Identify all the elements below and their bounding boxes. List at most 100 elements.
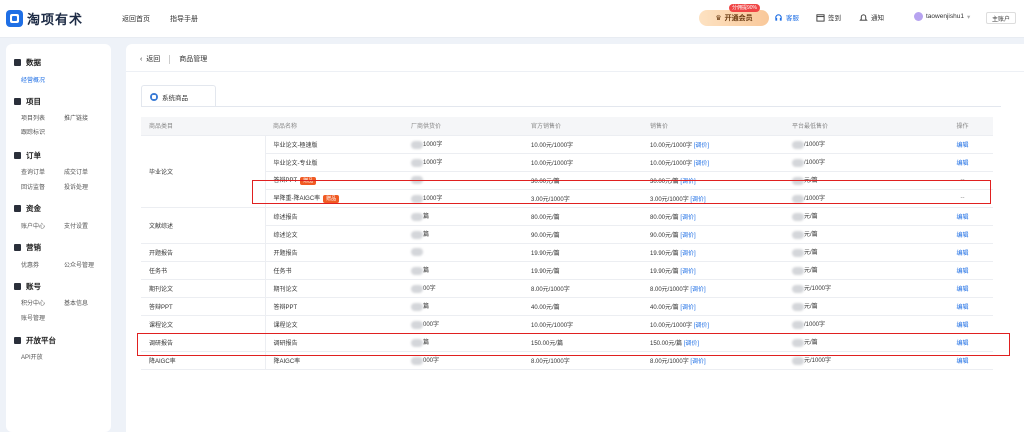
edit-link[interactable]: 编辑 [956,161,968,167]
edit-link[interactable]: 编辑 [956,251,968,257]
edit-link[interactable]: 编辑 [956,359,968,365]
sign-in-button[interactable]: 签到 [816,12,841,22]
adjust-price-link[interactable]: [调价] [694,323,709,329]
cell-supply-price: 000字 [403,315,523,334]
sidebar-item-complaint[interactable]: 投诉处理 [64,182,88,191]
customer-service-button[interactable]: 客服 [774,12,799,22]
sidebar-group-title: 项目 [26,97,41,106]
redacted-mark [411,158,423,167]
sidebar-item-tracking[interactable]: 跟踪标识 [21,127,45,136]
sale-price: 90.00元/篇 [650,232,679,239]
supply-price: 000字 [423,358,440,365]
edit-link[interactable]: 编辑 [956,215,968,221]
switch-account-button[interactable]: 主账户 [986,12,1016,24]
headset-icon [775,13,782,21]
edit-link[interactable]: 编辑 [956,269,968,275]
sidebar-item-deal-order[interactable]: 成交订单 [64,167,88,176]
cell-sale-price: 8.00元/1000字 [调价] [642,351,784,370]
sale-price: 8.00元/1000字 [650,358,689,365]
back-button[interactable]: ‹ 返回 [140,54,160,64]
sale-price: 19.90元/篇 [650,268,679,275]
vip-button[interactable]: ♛ 开通会员 [699,10,769,26]
edit-link[interactable]: 编辑 [956,143,968,149]
edit-link[interactable]: 编辑 [956,287,968,293]
redacted-mark [792,302,804,311]
cell-official-price: 30.00元/篇 [523,171,642,190]
user-menu[interactable]: taowenjishu1 ▾ [914,12,970,21]
divider [169,54,171,64]
sidebar-item-basic-info[interactable]: 基本信息 [64,298,88,307]
sidebar-item-query-order[interactable]: 查询订单 [21,167,45,176]
sidebar-item-overview[interactable]: 经营概况 [21,75,45,84]
adjust-price-link[interactable]: [调价] [680,251,695,257]
adjust-price-link[interactable]: [调价] [690,287,705,293]
product-name: 综述论文 [273,232,298,239]
product-name: 降AIGC率 [273,358,301,365]
sidebar-item-promo-link[interactable]: 推广链接 [64,113,88,122]
project-icon [14,98,21,105]
cell-official-price: 150.00元/篇 [523,333,642,352]
cell-min-price: /1000字 [784,189,932,208]
adjust-price-link[interactable]: [调价] [694,143,709,149]
nav-guide[interactable]: 指导手册 [170,14,198,24]
sidebar-item-points[interactable]: 积分中心 [21,298,45,307]
sidebar-item-project-list[interactable]: 项目列表 [21,113,45,122]
product-name: 开题报告 [273,250,298,257]
logo[interactable]: 淘项有术 [6,9,83,28]
cell-product-name: 降AIGC率 [265,351,403,370]
cell-category: 调研报告 [141,333,266,352]
sidebar-item-account-manage[interactable]: 账号管理 [21,313,45,322]
redacted-mark [411,284,423,293]
cell-sale-price: 19.90元/篇 [调价] [642,243,784,262]
cell-product-name: 早降重-降AIGC率 赠品 [265,189,403,208]
vip-label: 开通会员 [724,15,753,22]
edit-link[interactable]: 编辑 [956,305,968,311]
edit-link[interactable]: 编辑 [956,233,968,239]
sidebar-item-coupon[interactable]: 优惠券 [21,260,39,269]
redacted-mark [411,338,423,347]
adjust-price-link[interactable]: [调价] [694,161,709,167]
sidebar-item-payment-settings[interactable]: 支付设置 [64,221,88,230]
cell-product-name: 答辩PPT 赠品 [265,171,403,190]
adjust-price-link[interactable]: [调价] [680,305,695,311]
edit-link[interactable]: 编辑 [956,323,968,329]
product-name: 调研报告 [273,340,298,347]
cell-product-name: 综述论文 [265,225,403,244]
back-label: 返回 [146,56,161,63]
cell-action: 编辑 [932,207,993,226]
cell-min-price: 元/篇 [784,225,932,244]
column-header: 操作 [932,117,993,136]
tab-system-products[interactable]: 系统商品 [141,85,216,107]
min-price: 元/篇 [804,340,818,347]
adjust-price-link[interactable]: [调价] [690,197,705,203]
supply-price: 000字 [423,322,440,329]
redacted-mark [411,140,423,149]
redacted-mark [411,266,423,275]
min-price: /1000字 [804,196,826,203]
sidebar-item-revisit[interactable]: 回访监督 [21,182,45,191]
adjust-price-link[interactable]: [调价] [680,269,695,275]
sidebar-item-official-account[interactable]: 公众号管理 [64,260,94,269]
edit-link[interactable]: 编辑 [956,341,968,347]
redacted-mark [792,248,804,257]
supply-price: 1000字 [423,160,443,167]
nav-home[interactable]: 返回首页 [122,14,150,24]
logo-icon [6,10,23,27]
cell-product-name: 调研报告 [265,333,403,352]
adjust-price-link[interactable]: [调价] [680,215,695,221]
customer-service-label: 客服 [786,15,799,22]
adjust-price-link[interactable]: [调价] [680,179,695,185]
open-platform-icon [14,337,21,344]
sidebar-item-account-center[interactable]: 账户中心 [21,221,45,230]
sidebar: 数据 经营概况 项目 项目列表 推广链接 跟踪标识 订单 查询订单 成交订单 回… [6,44,111,432]
table-row: 降AIGC率 降AIGC率 000字 8.00元/1000字 8.00元/1000字 [… [141,351,993,370]
cell-min-price: 元/篇 [784,333,932,352]
redacted-mark [792,320,804,329]
sidebar-item-api[interactable]: API开放 [21,352,43,361]
notice-button[interactable]: 通知 [859,12,884,22]
redacted-mark [792,194,804,203]
adjust-price-link[interactable]: [调价] [690,359,705,365]
divider [126,71,1024,72]
adjust-price-link[interactable]: [调价] [680,233,695,239]
adjust-price-link[interactable]: [调价] [684,341,699,347]
